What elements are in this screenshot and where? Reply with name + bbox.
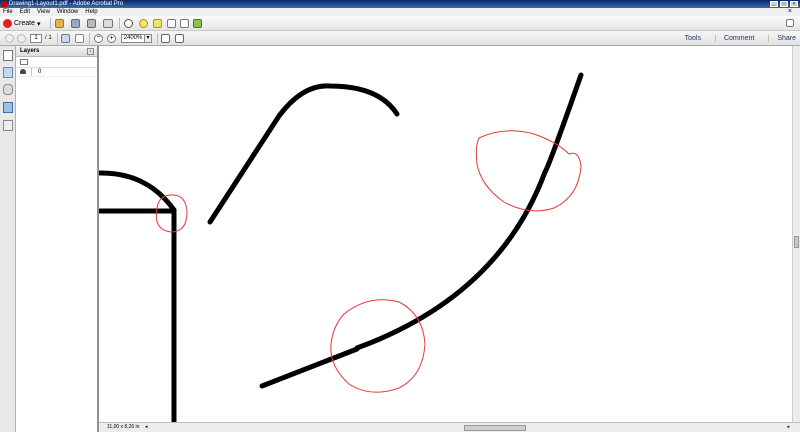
horizontal-scrollbar-thumb[interactable] bbox=[464, 425, 526, 431]
status-bar: 11,00 x 8,26 in ◂ ▸ bbox=[99, 422, 800, 432]
close-window-button[interactable]: × bbox=[790, 1, 798, 7]
drawing-geometry bbox=[99, 72, 584, 422]
drawing-svg bbox=[99, 72, 584, 422]
save-icon[interactable] bbox=[71, 19, 80, 28]
share-pane-link[interactable]: Share bbox=[768, 35, 796, 42]
title-bar: Drawing1-Layout1.pdf - Adobe Acrobat Pro… bbox=[0, 0, 800, 8]
fit-page-icon[interactable] bbox=[175, 34, 184, 43]
close-panel-button[interactable]: × bbox=[87, 48, 94, 55]
expand-icon[interactable] bbox=[786, 19, 794, 27]
pane-links: Tools Comment Share bbox=[677, 31, 796, 46]
attachments-paperclip-icon[interactable] bbox=[3, 84, 13, 95]
chevron-down-icon: ▾ bbox=[37, 20, 41, 28]
open-folder-icon[interactable] bbox=[55, 19, 64, 28]
menu-help[interactable]: Help bbox=[85, 8, 97, 16]
revision-cloud-2 bbox=[475, 130, 582, 212]
layers-icon[interactable] bbox=[3, 102, 13, 113]
vertical-scrollbar[interactable] bbox=[792, 46, 800, 422]
maximize-button[interactable]: □ bbox=[780, 1, 788, 7]
menu-file[interactable]: File bbox=[3, 8, 13, 16]
toolbar-divider bbox=[89, 33, 90, 44]
create-button[interactable]: Create ▾ bbox=[3, 18, 41, 29]
arc-left bbox=[99, 170, 177, 213]
curve-top-middle bbox=[207, 83, 400, 225]
zoom-level-input[interactable]: 2400% bbox=[121, 34, 145, 43]
markup-clouds bbox=[155, 130, 582, 393]
document-canvas[interactable] bbox=[99, 46, 792, 422]
select-arrow-icon[interactable] bbox=[61, 34, 70, 43]
close-document-button[interactable]: × bbox=[788, 8, 792, 16]
scroll-left-arrow[interactable]: ◂ bbox=[145, 424, 151, 430]
hand-tool-icon[interactable] bbox=[75, 34, 84, 43]
acrobat-app-icon bbox=[1, 1, 7, 7]
bookmarks-icon[interactable] bbox=[3, 67, 13, 78]
zoom-out-icon[interactable]: − bbox=[94, 34, 103, 43]
layers-panel-title: Layers bbox=[20, 48, 40, 54]
comment-bubble-icon[interactable] bbox=[139, 19, 148, 28]
main-toolbar: Create ▾ bbox=[0, 16, 800, 31]
settings-gear-icon[interactable] bbox=[124, 19, 133, 28]
toolbar-divider bbox=[157, 33, 158, 44]
print-icon[interactable] bbox=[87, 19, 96, 28]
zoom-dropdown-arrow[interactable]: ▾ bbox=[144, 34, 152, 43]
document-icon[interactable] bbox=[167, 19, 176, 28]
review-icon[interactable] bbox=[193, 19, 202, 28]
minimize-button[interactable]: _ bbox=[770, 1, 778, 7]
navigation-pane-bar bbox=[0, 46, 16, 432]
menu-edit[interactable]: Edit bbox=[20, 8, 30, 16]
revision-cloud-3 bbox=[330, 299, 426, 393]
page-size-readout: 11,00 x 8,26 in bbox=[107, 424, 140, 430]
scroll-right-arrow[interactable]: ▸ bbox=[787, 423, 790, 432]
create-icon bbox=[3, 19, 12, 28]
signatures-icon[interactable] bbox=[3, 120, 13, 131]
line-bottom-left bbox=[259, 346, 360, 389]
previous-page-icon[interactable] bbox=[5, 34, 14, 43]
document-edit-icon[interactable] bbox=[180, 19, 189, 28]
column-divider bbox=[31, 68, 32, 76]
navigation-toolbar: 1 / 1 − + 2400% ▾ Tools Comment Share bbox=[0, 31, 800, 46]
email-icon[interactable] bbox=[103, 19, 113, 28]
tools-pane-link[interactable]: Tools bbox=[677, 35, 701, 42]
fit-width-icon[interactable] bbox=[161, 34, 170, 43]
layer-name: 0 bbox=[38, 69, 42, 75]
options-menu-icon[interactable] bbox=[20, 59, 28, 65]
menu-bar: File Edit View Window Help × bbox=[0, 8, 800, 16]
toolbar-divider bbox=[119, 18, 120, 29]
page-number-input[interactable]: 1 bbox=[30, 34, 42, 43]
next-page-icon[interactable] bbox=[17, 34, 26, 43]
zoom-in-icon[interactable]: + bbox=[107, 34, 116, 43]
menu-window[interactable]: Window bbox=[57, 8, 78, 16]
layer-visibility-eye-icon[interactable] bbox=[20, 69, 26, 74]
layers-options-bar bbox=[16, 57, 97, 68]
page-total: / 1 bbox=[45, 35, 52, 41]
page-thumbnails-icon[interactable] bbox=[3, 50, 13, 61]
layers-panel-header: Layers × bbox=[16, 46, 97, 57]
menu-view[interactable]: View bbox=[37, 8, 50, 16]
curve-right-long bbox=[354, 72, 584, 351]
vertical-scrollbar-thumb[interactable] bbox=[794, 236, 799, 248]
highlight-icon[interactable] bbox=[153, 19, 162, 28]
comment-pane-link[interactable]: Comment bbox=[714, 35, 754, 42]
window-title: Drawing1-Layout1.pdf - Adobe Acrobat Pro bbox=[9, 1, 124, 7]
layer-row[interactable]: 0 bbox=[16, 68, 97, 77]
layers-panel: Layers × 0 bbox=[16, 46, 99, 432]
toolbar-divider bbox=[57, 33, 58, 44]
toolbar-divider bbox=[50, 18, 51, 29]
window-controls: _ □ × bbox=[770, 1, 798, 7]
create-label: Create bbox=[14, 20, 36, 27]
